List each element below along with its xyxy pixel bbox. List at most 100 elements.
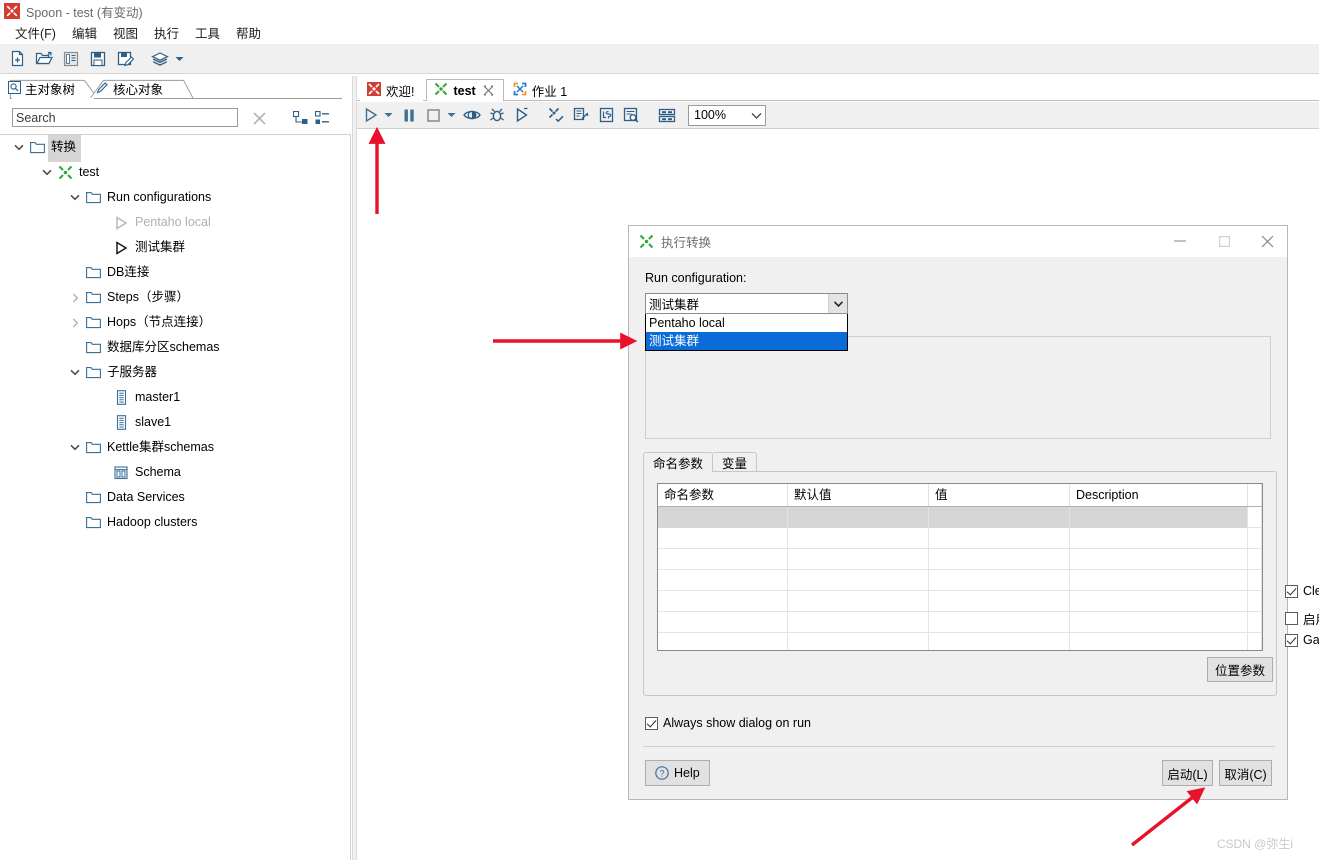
table-cell[interactable]: [658, 591, 788, 612]
object-tree[interactable]: 转换 test Run configurations Pentaho local 测试集…: [0, 134, 351, 860]
table-cell[interactable]: [1248, 633, 1262, 650]
table-cell[interactable]: [788, 507, 929, 528]
table-row[interactable]: [658, 549, 1262, 570]
chevron-down-icon[interactable]: [66, 435, 84, 460]
tab-core-objects[interactable]: 核心对象: [96, 78, 163, 99]
table-cell[interactable]: [929, 507, 1070, 528]
menu-help[interactable]: 帮助: [228, 22, 269, 43]
run-dropdown-caret-icon[interactable]: [382, 104, 395, 126]
run-configuration-combo[interactable]: 测试集群: [645, 293, 848, 314]
chevron-down-icon[interactable]: [10, 135, 28, 160]
tree-item[interactable]: 测试集群: [0, 235, 350, 260]
preview-icon[interactable]: [460, 104, 483, 126]
run-config-option-pentaho-local[interactable]: Pentaho local: [646, 314, 847, 332]
table-cell[interactable]: [929, 591, 1070, 612]
tree-item[interactable]: 数据库分区schemas: [0, 335, 350, 360]
explore-database-icon[interactable]: [620, 104, 643, 126]
table-cell[interactable]: [658, 507, 788, 528]
tree-item[interactable]: DB连接: [0, 260, 350, 285]
table-cell[interactable]: [929, 570, 1070, 591]
chevron-down-icon[interactable]: [828, 294, 847, 313]
minimize-icon[interactable]: [1157, 226, 1202, 256]
tree-item[interactable]: Steps（步骤）: [0, 285, 350, 310]
run-config-option-test-cluster[interactable]: 测试集群: [646, 332, 847, 350]
help-button[interactable]: ? Help: [645, 760, 710, 786]
chevron-down-icon[interactable]: [172, 49, 186, 69]
table-cell[interactable]: [1248, 528, 1262, 549]
table-cell[interactable]: [788, 612, 929, 633]
tree-item[interactable]: Schema: [0, 460, 350, 485]
table-cell[interactable]: [1070, 507, 1248, 528]
table-row[interactable]: [658, 507, 1262, 528]
tab-named-parameters[interactable]: 命名参数: [643, 452, 714, 472]
table-cell[interactable]: [1070, 591, 1248, 612]
search-input[interactable]: [12, 108, 238, 127]
table-cell[interactable]: [1248, 549, 1262, 570]
pause-icon[interactable]: [397, 104, 420, 126]
chevron-down-icon[interactable]: [66, 185, 84, 210]
table-cell[interactable]: [788, 633, 929, 650]
table-cell[interactable]: [929, 612, 1070, 633]
menu-view[interactable]: 视图: [105, 22, 146, 43]
run-icon[interactable]: [359, 104, 382, 126]
table-cell[interactable]: [1070, 549, 1248, 570]
table-cell[interactable]: [1248, 570, 1262, 591]
tree-item[interactable]: slave1: [0, 410, 350, 435]
close-icon[interactable]: [1245, 226, 1290, 256]
tab-welcome[interactable]: 欢迎!: [360, 79, 424, 101]
open-file-icon[interactable]: [32, 47, 56, 71]
menu-file[interactable]: 文件(F): [7, 22, 64, 43]
maximize-icon[interactable]: [1202, 226, 1247, 256]
stop-icon[interactable]: [422, 104, 445, 126]
tree-item[interactable]: Kettle集群schemas: [0, 435, 350, 460]
tab-variables[interactable]: 变量: [713, 452, 758, 472]
table-cell[interactable]: [788, 528, 929, 549]
replay-icon[interactable]: [510, 104, 533, 126]
show-grid-icon[interactable]: [655, 104, 678, 126]
run-configuration-dropdown-list[interactable]: Pentaho local 测试集群: [645, 314, 848, 351]
table-cell[interactable]: [1248, 612, 1262, 633]
table-cell[interactable]: [658, 570, 788, 591]
table-cell[interactable]: [788, 570, 929, 591]
tree-item[interactable]: master1: [0, 385, 350, 410]
table-cell[interactable]: [658, 612, 788, 633]
table-cell[interactable]: [929, 633, 1070, 650]
verify-transformation-icon[interactable]: [545, 104, 568, 126]
clear-log-checkbox[interactable]: Clear log before running: [1285, 584, 1319, 598]
table-cell[interactable]: [658, 633, 788, 650]
table-cell[interactable]: [788, 591, 929, 612]
chevron-down-icon[interactable]: [38, 160, 56, 185]
table-cell[interactable]: [658, 549, 788, 570]
clear-x-icon[interactable]: [250, 109, 268, 127]
close-icon[interactable]: [483, 85, 494, 96]
chevron-down-icon[interactable]: [747, 112, 765, 119]
table-cell[interactable]: [658, 528, 788, 549]
menu-edit[interactable]: 编辑: [64, 22, 105, 43]
save-icon[interactable]: [86, 47, 110, 71]
generate-sql-icon[interactable]: [595, 104, 618, 126]
table-cell[interactable]: [1248, 591, 1262, 612]
tree-item[interactable]: Pentaho local: [0, 210, 350, 235]
tree-item[interactable]: Hadoop clusters: [0, 510, 350, 535]
chevron-right-icon[interactable]: [66, 285, 84, 310]
parameters-table-body[interactable]: [658, 507, 1262, 650]
stop-dropdown-caret-icon[interactable]: [445, 104, 458, 126]
table-row[interactable]: [658, 633, 1262, 650]
chevron-down-icon[interactable]: [66, 360, 84, 385]
tree-item[interactable]: Data Services: [0, 485, 350, 510]
gather-metrics-checkbox[interactable]: Gather performance metrics: [1285, 633, 1319, 647]
impact-analysis-icon[interactable]: [570, 104, 593, 126]
table-cell[interactable]: [1070, 528, 1248, 549]
collapse-tree-icon[interactable]: [313, 109, 331, 127]
tree-item[interactable]: Run configurations: [0, 185, 350, 210]
table-cell[interactable]: [1070, 633, 1248, 650]
table-row[interactable]: [658, 612, 1262, 633]
tab-main-object-tree[interactable]: 主对象树: [8, 78, 75, 99]
menu-tools[interactable]: 工具: [187, 22, 228, 43]
table-cell[interactable]: [1070, 612, 1248, 633]
zoom-combo[interactable]: 100%: [688, 104, 766, 126]
position-parameters-button[interactable]: 位置参数: [1207, 657, 1274, 682]
layers-icon[interactable]: [148, 47, 172, 71]
tree-item[interactable]: test: [0, 160, 350, 185]
table-row[interactable]: [658, 570, 1262, 591]
